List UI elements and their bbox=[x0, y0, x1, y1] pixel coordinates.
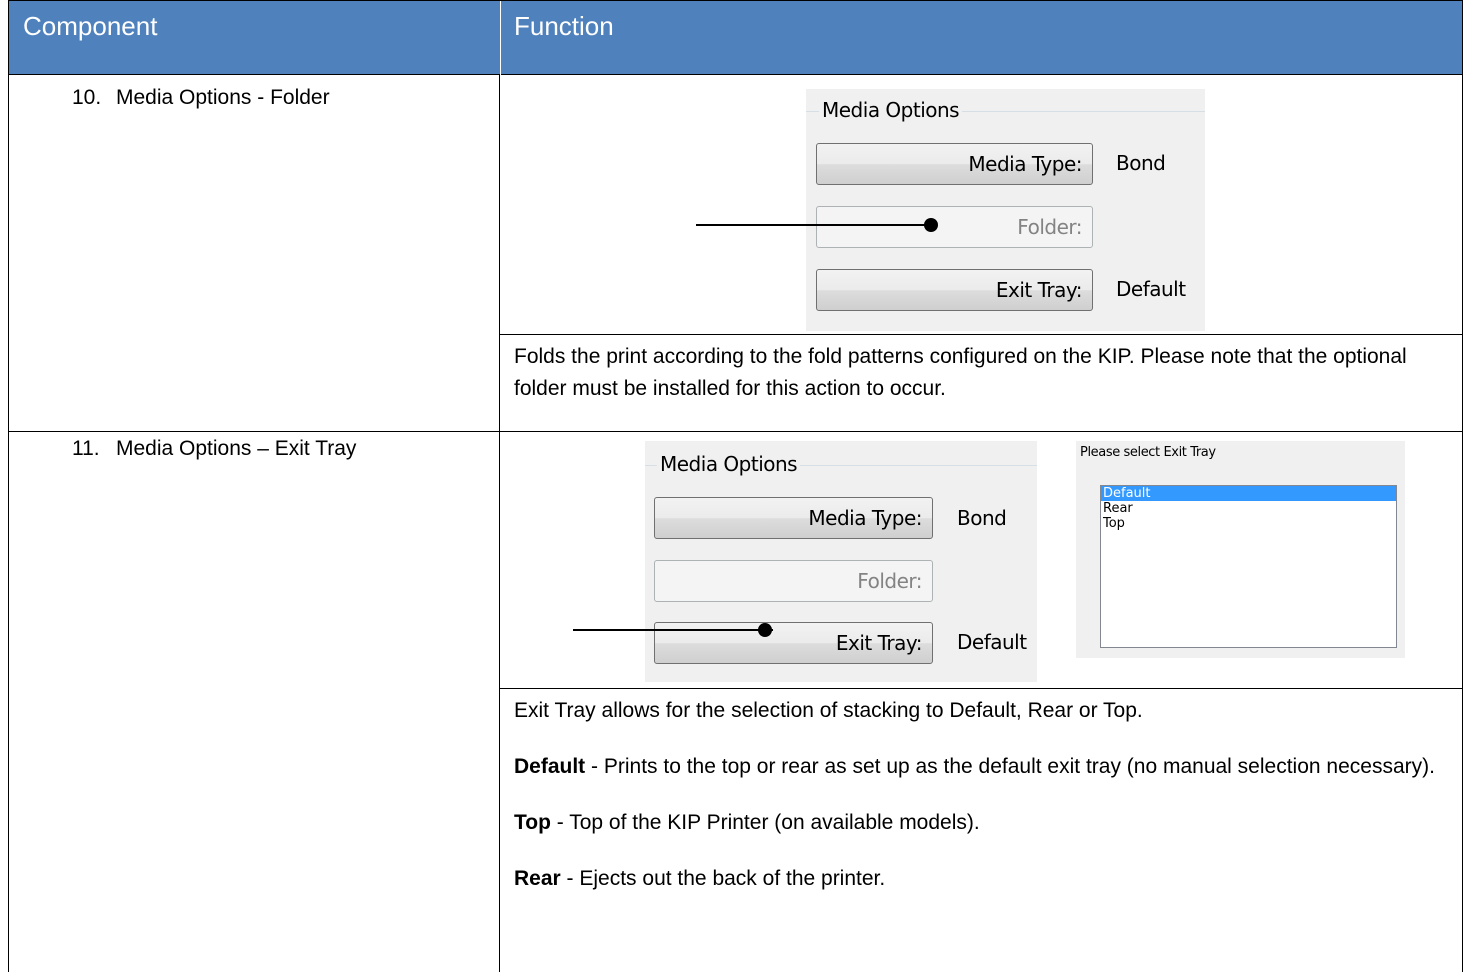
callout-line bbox=[696, 224, 932, 226]
table-header: Component Function bbox=[8, 0, 1463, 76]
item-number: 10. bbox=[72, 86, 102, 109]
folder-button[interactable]: Folder: bbox=[816, 206, 1093, 248]
option-top[interactable]: Top bbox=[1101, 516, 1396, 531]
group-title: Media Options bbox=[819, 98, 963, 122]
select-title: Please select Exit Tray bbox=[1080, 445, 1216, 460]
component-name: Media Options – Exit Tray bbox=[116, 437, 357, 460]
description-default: Default - Prints to the top or rear as s… bbox=[514, 751, 1454, 783]
term-top: Top bbox=[514, 811, 551, 834]
callout-dot bbox=[758, 623, 772, 637]
exit-tray-listbox[interactable]: Default Rear Top bbox=[1100, 485, 1397, 648]
exit-tray-value: Default bbox=[1116, 277, 1186, 301]
term-default: Default bbox=[514, 755, 586, 778]
description-top: Top - Top of the KIP Printer (on availab… bbox=[514, 807, 1454, 839]
text-default: - Prints to the top or rear as set up as… bbox=[585, 755, 1435, 778]
callout-line bbox=[573, 629, 773, 631]
folder-button[interactable]: Folder: bbox=[654, 560, 933, 602]
text-top: - Top of the KIP Printer (on available m… bbox=[550, 811, 980, 834]
media-options-screenshot-folder: Media Options Media Type: Bond Folder: E… bbox=[806, 89, 1205, 331]
description-text: Folds the print according to the fold pa… bbox=[514, 345, 1407, 400]
text-rear: - Ejects out the back of the printer. bbox=[560, 867, 886, 890]
option-default[interactable]: Default bbox=[1101, 486, 1396, 501]
media-type-value: Bond bbox=[1116, 151, 1166, 175]
component-cell-exit-tray: 11. Media Options – Exit Tray bbox=[72, 437, 356, 461]
item-number: 11. bbox=[72, 437, 100, 460]
header-divider bbox=[500, 1, 501, 76]
option-rear[interactable]: Rear bbox=[1101, 501, 1396, 516]
row11-inner-divider bbox=[499, 688, 1463, 689]
term-rear: Rear bbox=[514, 867, 561, 890]
group-title: Media Options bbox=[657, 452, 801, 476]
media-type-value: Bond bbox=[957, 506, 1007, 530]
component-function-table: Component Function 10. Media Options - Fo… bbox=[8, 0, 1463, 972]
header-function: Function bbox=[514, 11, 614, 41]
table-border-left bbox=[8, 75, 9, 972]
component-cell-folder: 10. Media Options - Folder bbox=[72, 86, 330, 110]
header-component: Component bbox=[23, 11, 158, 41]
component-name: Media Options - Folder bbox=[116, 86, 330, 109]
media-type-button[interactable]: Media Type: bbox=[654, 497, 933, 539]
description-folder: Folds the print according to the fold pa… bbox=[514, 341, 1454, 405]
row-divider bbox=[8, 431, 1463, 432]
description-intro: Exit Tray allows for the selection of st… bbox=[514, 699, 1143, 722]
media-options-screenshot-exit-tray: Media Options Media Type: Bond Folder: E… bbox=[645, 441, 1037, 682]
media-type-button[interactable]: Media Type: bbox=[816, 143, 1093, 185]
column-divider bbox=[499, 75, 500, 972]
exit-tray-value: Default bbox=[957, 630, 1027, 654]
exit-tray-button[interactable]: Exit Tray: bbox=[816, 269, 1093, 311]
description-exit-tray: Exit Tray allows for the selection of st… bbox=[514, 695, 1454, 895]
row10-inner-divider bbox=[499, 334, 1463, 335]
table-border-right bbox=[1462, 75, 1463, 972]
exit-tray-select-dialog: Please select Exit Tray Default Rear Top bbox=[1076, 441, 1405, 658]
callout-dot bbox=[924, 218, 938, 232]
description-rear: Rear - Ejects out the back of the printe… bbox=[514, 863, 1454, 895]
